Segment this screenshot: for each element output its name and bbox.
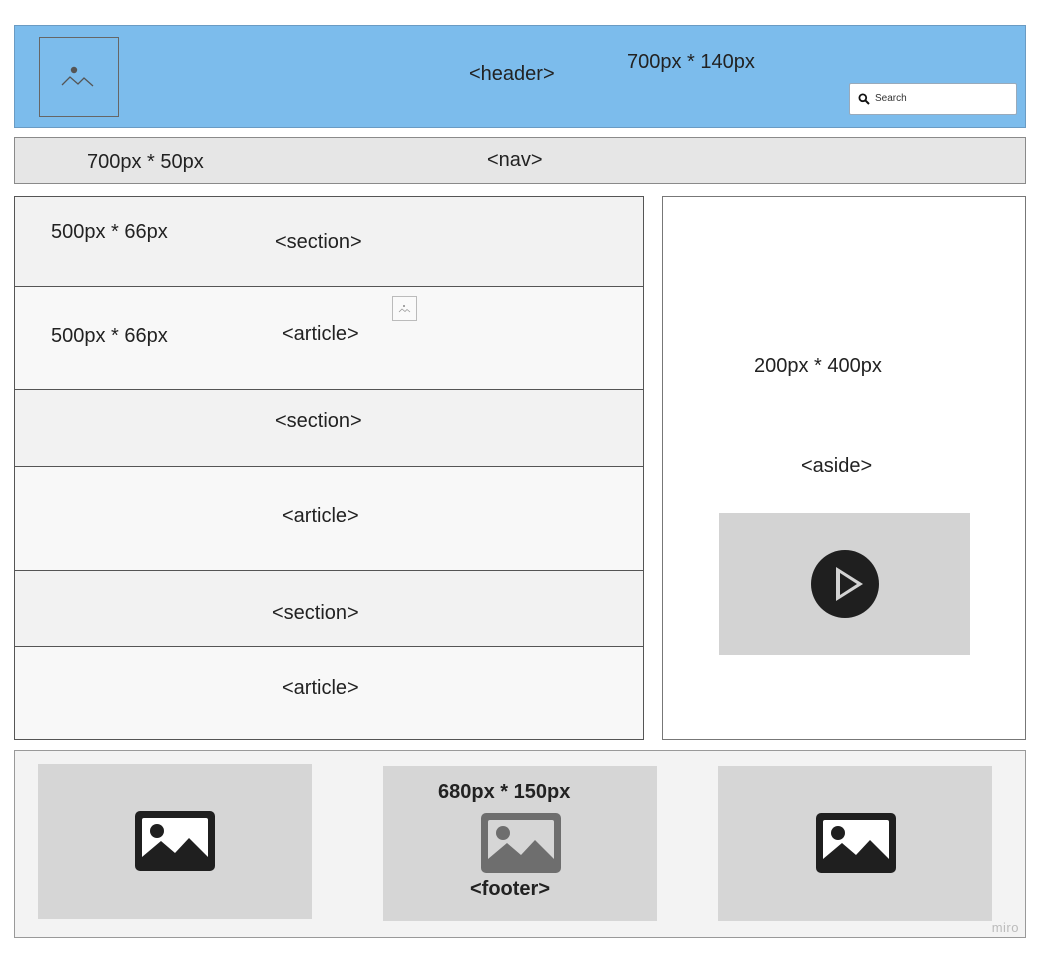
miro-watermark: miro (991, 920, 1019, 935)
header-block: <header> 700px * 140px Search (14, 25, 1026, 128)
aside-tag-label: <aside> (801, 455, 873, 477)
footer-image-right (718, 766, 992, 921)
article-thumbnail (392, 296, 417, 321)
section-tag-label: <section> (272, 602, 359, 624)
image-placeholder-icon (398, 305, 411, 313)
article-tag-label: <article> (282, 677, 359, 699)
image-icon (135, 811, 215, 871)
image-placeholder-icon (61, 66, 94, 87)
header-size-label: 700px * 140px (627, 51, 755, 73)
footer-tag-label: <footer> (470, 878, 551, 900)
section-size-label: 500px * 66px (51, 221, 168, 243)
search-input[interactable]: Search (849, 83, 1017, 115)
section-row: <section> (15, 390, 643, 467)
article-row: <article> (15, 647, 643, 739)
main-content-column: 500px * 66px <section> 500px * 66px <art… (14, 196, 644, 740)
play-icon[interactable] (810, 549, 880, 619)
footer-block: 680px * 150px <footer> miro (14, 750, 1026, 938)
logo-image-placeholder (39, 37, 119, 117)
search-icon (858, 93, 870, 105)
image-icon (481, 813, 561, 873)
article-size-label: 500px * 66px (51, 325, 168, 347)
search-placeholder: Search (875, 93, 907, 104)
footer-image-left (38, 764, 312, 919)
article-row: <article> (15, 467, 643, 571)
article-tag-label: <article> (282, 323, 359, 345)
aside-size-label: 200px * 400px (754, 355, 882, 377)
section-tag-label: <section> (275, 410, 362, 432)
article-tag-label: <article> (282, 505, 359, 527)
footer-size-label: 680px * 150px (438, 781, 571, 803)
header-tag-label: <header> (469, 63, 555, 85)
footer-image-center: 680px * 150px <footer> (383, 766, 657, 921)
section-row: <section> (15, 571, 643, 647)
section-row: 500px * 66px <section> (15, 197, 643, 287)
image-icon (816, 813, 896, 873)
article-row: 500px * 66px <article> (15, 287, 643, 390)
video-player[interactable] (719, 513, 970, 655)
nav-tag-label: <nav> (487, 149, 543, 171)
nav-size-label: 700px * 50px (87, 151, 204, 173)
aside-block: 200px * 400px <aside> (662, 196, 1026, 740)
nav-block: 700px * 50px <nav> (14, 137, 1026, 184)
section-tag-label: <section> (275, 231, 362, 253)
